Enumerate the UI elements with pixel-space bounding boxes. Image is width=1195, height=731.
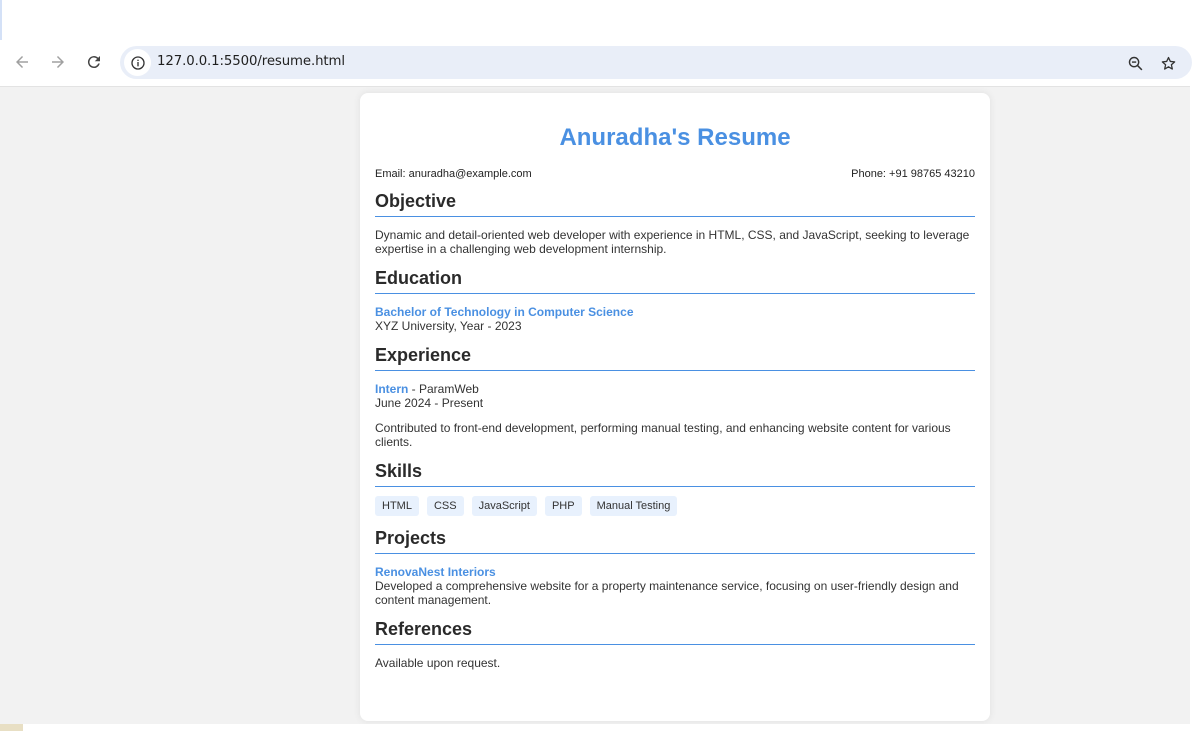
- education-heading: Education: [375, 267, 975, 294]
- zoom-out-icon: [1128, 56, 1142, 70]
- taskbar-fragment: [0, 724, 23, 731]
- references-text: Available upon request.: [375, 656, 501, 670]
- email-text: Email: anuradha@example.com: [375, 168, 532, 180]
- job-company: - ParamWeb: [408, 382, 479, 396]
- zoom-button[interactable]: [1124, 52, 1146, 74]
- projects-section: Projects RenovaNest Interiors Developed …: [375, 527, 975, 607]
- arrow-right-icon: [52, 56, 64, 68]
- project-description: Developed a comprehensive website for a …: [375, 579, 959, 607]
- objective-heading: Objective: [375, 190, 975, 217]
- url-text[interactable]: 127.0.0.1:5500/resume.html: [157, 54, 345, 69]
- phone-text: Phone: +91 98765 43210: [851, 168, 975, 180]
- job-dates: June 2024 - Present: [375, 396, 484, 410]
- browser-toolbar: 127.0.0.1:5500/resume.html: [0, 40, 1195, 86]
- page-viewport: Anuradha's Resume Email: anuradha@exampl…: [0, 86, 1190, 724]
- objective-section: Objective Dynamic and detail-oriented we…: [375, 190, 975, 256]
- skill-badge: PHP: [544, 496, 582, 516]
- back-button[interactable]: [8, 48, 36, 76]
- resume-title: Anuradha's Resume: [559, 124, 791, 151]
- education-section: Education Bachelor of Technology in Comp…: [375, 267, 975, 333]
- degree-text: Bachelor of Technology in Computer Scien…: [375, 305, 634, 319]
- objective-text: Dynamic and detail-oriented web develope…: [375, 228, 970, 256]
- skills-list: HTML CSS JavaScript PHP Manual Testing: [375, 496, 975, 516]
- skills-heading: Skills: [375, 460, 975, 487]
- contact-info: Email: anuradha@example.com Phone: +91 9…: [375, 167, 975, 181]
- forward-button[interactable]: [44, 48, 72, 76]
- skill-badge: Manual Testing: [589, 496, 678, 516]
- bookmark-button[interactable]: [1157, 52, 1179, 74]
- skill-badge: JavaScript: [471, 496, 537, 516]
- arrow-left-icon: [16, 56, 28, 68]
- references-heading: References: [375, 618, 975, 645]
- resume-card: Anuradha's Resume Email: anuradha@exampl…: [360, 93, 990, 721]
- window-edge-accent: [0, 0, 2, 45]
- site-info-button[interactable]: [124, 49, 151, 76]
- job-title-line: Intern - ParamWeb: [375, 382, 975, 396]
- skill-badge: CSS: [426, 496, 464, 516]
- star-icon: [1161, 56, 1175, 70]
- reload-icon: [87, 56, 100, 69]
- job-role: Intern: [375, 382, 409, 396]
- references-section: References Available upon request.: [375, 618, 975, 670]
- address-bar[interactable]: 127.0.0.1:5500/resume.html: [120, 46, 1192, 79]
- project-name: RenovaNest Interiors: [375, 565, 496, 579]
- skills-section: Skills HTML CSS JavaScript PHP Manual Te…: [375, 460, 975, 516]
- experience-section: Experience Intern - ParamWeb June 2024 -…: [375, 344, 975, 449]
- experience-heading: Experience: [375, 344, 975, 371]
- info-icon: [130, 55, 145, 70]
- projects-heading: Projects: [375, 527, 975, 554]
- job-description: Contributed to front-end development, pe…: [375, 421, 951, 449]
- reload-button[interactable]: [80, 48, 108, 76]
- skill-badge: HTML: [375, 496, 419, 516]
- institution-text: XYZ University, Year - 2023: [375, 319, 522, 333]
